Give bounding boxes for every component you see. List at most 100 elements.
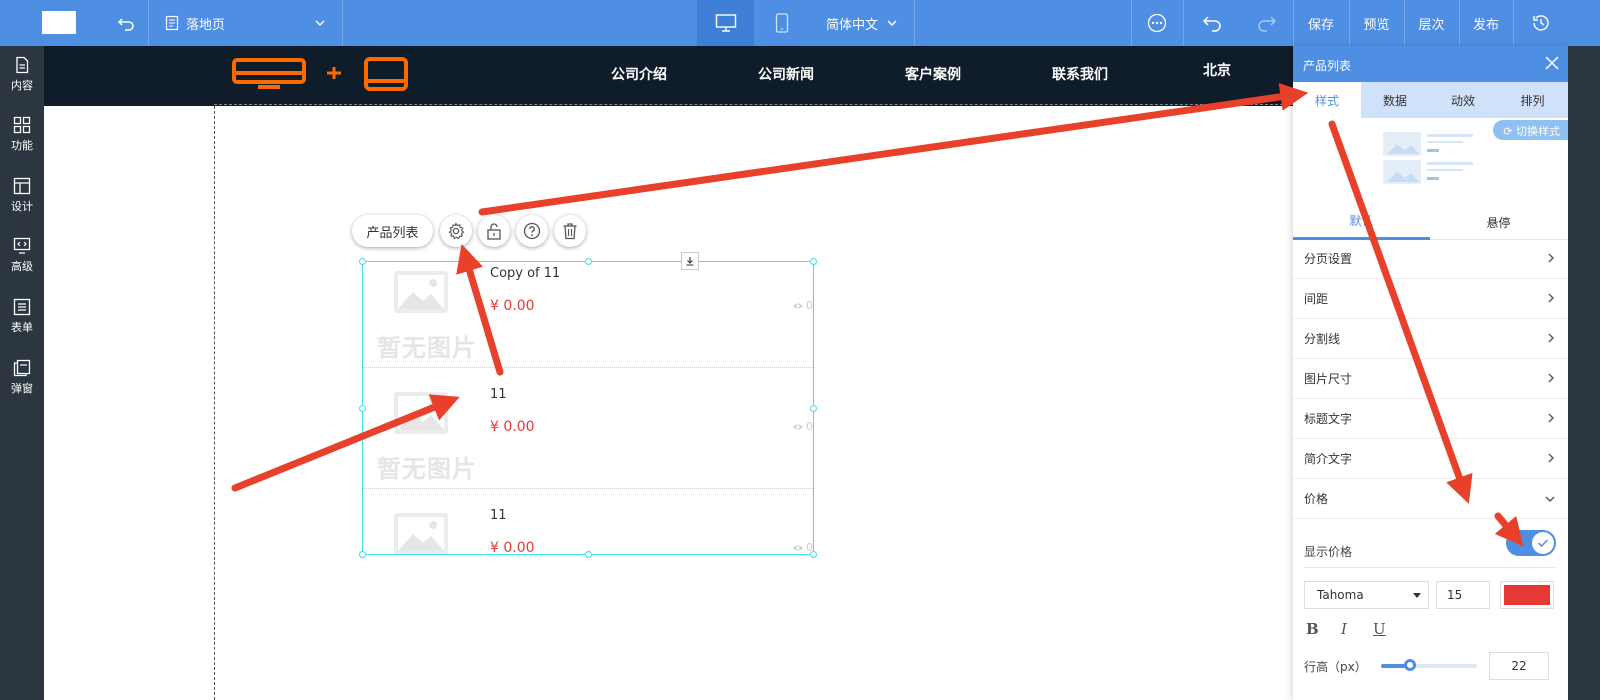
section-pagination[interactable]: 分页设置 [1293,239,1568,279]
tab-default[interactable]: 默认 [1293,204,1430,240]
download-icon [686,257,694,266]
layout-icon [13,177,31,195]
back-arrow-icon [117,18,134,31]
product-views: 0 [792,420,813,433]
nav-item-contact[interactable]: 联系我们 [1052,64,1108,84]
resize-handle[interactable] [810,551,817,558]
no-image-text: 暂无图片 [377,334,477,362]
nav-item-beijing[interactable]: 北京 [1203,60,1231,80]
language-select[interactable]: 简体中文 [810,0,914,46]
section-summary-text[interactable]: 简介文字 [1293,439,1568,479]
product-item[interactable]: 11 ¥ 0.00 0 [363,504,813,554]
section-spacing[interactable]: 间距 [1293,279,1568,319]
tab-animation[interactable]: 动效 [1429,82,1497,118]
resize-handle[interactable] [359,551,366,558]
font-size-input[interactable]: 15 [1436,581,1490,609]
underline-button[interactable]: U [1373,620,1386,638]
section-divider[interactable]: 分割线 [1293,319,1568,359]
preview-button[interactable]: 预览 [1349,0,1404,46]
save-button[interactable]: 保存 [1293,0,1349,46]
anchor-button[interactable] [681,252,699,270]
row-divider [363,367,813,368]
site-header: 公司介绍 公司新闻 客户案例 联系我们 北京 [44,46,1293,106]
component-settings-button[interactable] [440,215,472,247]
left-sidebar: 内容 功能 设计 高级 表单 弹窗 [0,46,44,700]
section-title-text[interactable]: 标题文字 [1293,399,1568,439]
mobile-view-button[interactable] [754,0,810,46]
component-name-button[interactable]: 产品列表 [352,215,433,247]
bold-button[interactable]: B [1306,620,1319,638]
sidebar-item-label: 设计 [11,200,33,213]
chevron-down-icon [887,20,897,26]
section-label: 图片尺寸 [1304,372,1353,386]
chevron-right-icon [1548,373,1554,383]
site-logo-icon [232,57,408,91]
nav-item-cases[interactable]: 客户案例 [905,64,961,84]
resize-handle[interactable] [810,405,817,412]
undo-icon [1202,16,1221,32]
show-price-toggle[interactable] [1506,530,1556,556]
product-item[interactable]: 暂无图片 11 ¥ 0.00 0 [363,383,813,504]
resize-handle[interactable] [585,551,592,558]
font-family-select[interactable]: Tahoma [1304,581,1429,609]
sidebar-item-popup[interactable]: 弹窗 [0,353,44,405]
document-icon [165,15,179,31]
slider-thumb[interactable] [1403,659,1416,671]
redo-button[interactable] [1241,0,1293,46]
tab-hover[interactable]: 悬停 [1430,204,1567,240]
undo-button[interactable] [1183,0,1241,46]
price-color-picker[interactable] [1500,581,1554,609]
product-list[interactable]: 暂无图片 Copy of 11 ¥ 0.00 0 暂无图片 11 ¥ 0.00 … [362,261,814,555]
section-price[interactable]: 价格 [1293,479,1568,519]
redo-icon [1258,16,1277,32]
tab-arrange[interactable]: 排列 [1497,82,1568,118]
sidebar-item-functions[interactable]: 功能 [0,110,44,162]
desktop-view-button[interactable] [697,0,754,46]
undo-history-button[interactable] [106,0,146,46]
gear-icon [448,222,465,240]
resize-handle[interactable] [585,258,592,265]
line-height-slider[interactable] [1381,664,1477,668]
row-divider [363,488,813,489]
sidebar-item-advanced[interactable]: 高级 [0,231,44,283]
state-tabs: 默认 悬停 [1293,204,1568,240]
top-toolbar: 落地页 简体中文 保存 预览 层次 发布 [0,0,1600,46]
sidebar-item-label: 表单 [11,321,33,334]
product-image-placeholder: 暂无图片 [367,270,477,370]
more-dots-icon [1147,13,1167,33]
panel-header: 产品列表 [1293,46,1568,82]
section-label: 价格 [1304,492,1329,506]
tab-data[interactable]: 数据 [1361,82,1429,118]
close-icon[interactable] [1544,55,1560,71]
component-lock-button[interactable] [478,215,510,247]
component-delete-button[interactable] [554,215,586,247]
product-price: ¥ 0.00 [490,540,535,554]
more-button[interactable] [1131,0,1183,46]
italic-button[interactable]: I [1341,620,1347,638]
product-item[interactable]: 暂无图片 Copy of 11 ¥ 0.00 0 [363,262,813,383]
history-clock-icon [1532,15,1549,31]
resize-handle[interactable] [359,405,366,412]
publish-button[interactable]: 发布 [1459,0,1513,46]
tab-style[interactable]: 样式 [1293,82,1361,118]
section-label: 分割线 [1304,332,1341,346]
switch-style-label: 切换样式 [1516,125,1560,138]
nav-item-about[interactable]: 公司介绍 [611,64,667,84]
resize-handle[interactable] [810,258,817,265]
sidebar-item-forms[interactable]: 表单 [0,292,44,344]
layers-button[interactable]: 层次 [1404,0,1459,46]
nav-item-news[interactable]: 公司新闻 [758,64,814,84]
resize-handle[interactable] [359,258,366,265]
check-icon [1537,539,1549,548]
sidebar-item-design[interactable]: 设计 [0,171,44,223]
line-height-label: 行高（px） [1304,660,1367,674]
sidebar-item-content[interactable]: 内容 [0,50,44,102]
page-select[interactable]: 落地页 [148,0,342,46]
line-height-input[interactable]: 22 [1489,652,1549,680]
section-image-size[interactable]: 图片尺寸 [1293,359,1568,399]
switch-style-button[interactable]: ⟳ 切换样式 [1493,120,1568,140]
popup-icon [13,359,31,377]
panel-title: 产品列表 [1303,59,1352,73]
component-help-button[interactable] [516,215,548,247]
history-button[interactable] [1513,0,1568,46]
